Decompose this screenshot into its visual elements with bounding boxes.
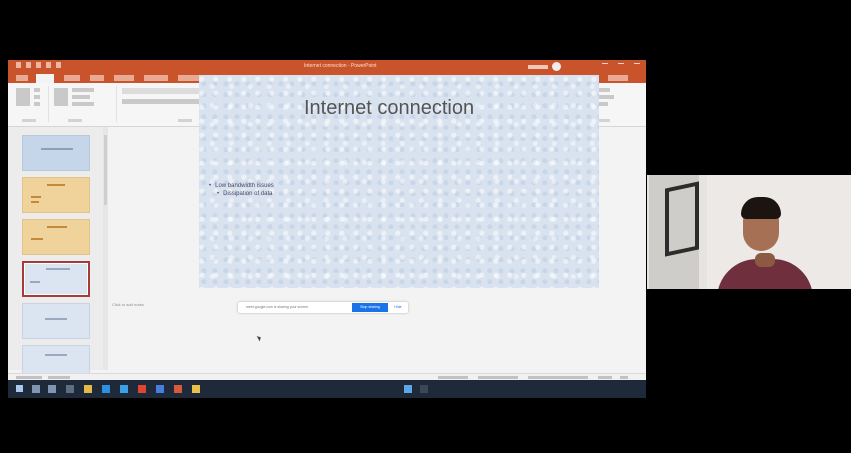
minimize-icon[interactable]: [602, 63, 608, 69]
avatar[interactable]: [552, 62, 561, 71]
person-hand: [755, 253, 775, 267]
chrome-icon[interactable]: [192, 385, 200, 393]
clipboard-group-label: [22, 119, 36, 122]
slide-thumbnail-3[interactable]: [22, 219, 90, 255]
scrollbar-thumb[interactable]: [104, 135, 107, 205]
windows-start-icon[interactable]: [16, 385, 23, 392]
window-title: Internet connection - PowerPoint: [304, 63, 377, 69]
zoom-slider[interactable]: [528, 376, 588, 379]
notes-button[interactable]: [438, 376, 468, 379]
slide-thumbnail-1[interactable]: [22, 135, 90, 171]
tray-chevron-icon[interactable]: [420, 385, 428, 393]
background-frame: [665, 181, 699, 257]
bullet-2: Dissipation of data: [209, 190, 274, 198]
new-slide-button[interactable]: [54, 88, 68, 106]
language-indicator: [48, 376, 70, 379]
powerpoint-icon[interactable]: [174, 385, 182, 393]
bullet-1: Low bandwidth issues: [209, 182, 274, 190]
share-message: meet.google.com is sharing your screen.: [246, 305, 310, 309]
font-group-label: [178, 119, 192, 122]
tab-design[interactable]: [114, 75, 134, 81]
quick-access-toolbar: [16, 62, 61, 68]
participant-video-tile[interactable]: [647, 175, 851, 289]
thumbnail-scrollbar[interactable]: [103, 127, 108, 370]
slide-canvas[interactable]: Internet connection Low bandwidth issues…: [199, 75, 599, 288]
notes-placeholder[interactable]: Click to add notes: [112, 302, 144, 307]
windows-taskbar: [8, 380, 646, 398]
title-bar: Internet connection - PowerPoint: [8, 60, 646, 73]
slide-body[interactable]: Low bandwidth issues Dissipation of data: [209, 182, 274, 198]
tab-file[interactable]: [16, 75, 28, 81]
widgets-icon[interactable]: [66, 385, 74, 393]
format-painter-icon[interactable]: [34, 102, 40, 106]
file-explorer-icon[interactable]: [84, 385, 92, 393]
fit-to-window-icon[interactable]: [620, 376, 628, 379]
share-tab-button[interactable]: [608, 75, 628, 81]
close-icon[interactable]: [634, 63, 640, 69]
maximize-icon[interactable]: [618, 63, 624, 69]
network-status-icon[interactable]: [404, 385, 412, 393]
reset-button[interactable]: [72, 95, 90, 99]
slide-title[interactable]: Internet connection: [304, 97, 599, 120]
layout-button[interactable]: [72, 88, 94, 92]
slides-group-label: [68, 119, 82, 122]
office-icon[interactable]: [138, 385, 146, 393]
account-area[interactable]: [528, 62, 561, 71]
hide-button[interactable]: Hide: [391, 303, 405, 312]
tab-draw[interactable]: [90, 75, 104, 81]
cut-icon[interactable]: [34, 88, 40, 92]
start-from-beginning-icon[interactable]: [56, 62, 61, 68]
undo-icon[interactable]: [36, 62, 41, 68]
account-name: [528, 64, 548, 69]
zoom-level[interactable]: [598, 376, 612, 379]
edge-icon[interactable]: [102, 385, 110, 393]
view-buttons[interactable]: [478, 376, 518, 379]
section-button[interactable]: [72, 102, 94, 106]
bottom-area: [8, 373, 646, 398]
slide-thumbnail-2[interactable]: [22, 177, 90, 213]
save-icon[interactable]: [26, 62, 31, 68]
slide-thumbnail-4-selected[interactable]: [22, 261, 90, 297]
task-view-icon[interactable]: [48, 385, 56, 393]
autosave-icon[interactable]: [16, 62, 21, 68]
redo-icon[interactable]: [46, 62, 51, 68]
slide-counter: [16, 376, 42, 379]
store-icon[interactable]: [120, 385, 128, 393]
slide-thumbnail-pane: [8, 127, 103, 381]
slide-thumbnail-5[interactable]: [22, 303, 90, 339]
person-hair: [741, 197, 781, 219]
search-icon[interactable]: [32, 385, 40, 393]
word-icon[interactable]: [156, 385, 164, 393]
window-controls: [602, 63, 640, 69]
paste-icon[interactable]: [16, 88, 30, 106]
tab-transitions[interactable]: [144, 75, 168, 81]
tab-insert[interactable]: [64, 75, 80, 81]
screen-share-banner: meet.google.com is sharing your screen. …: [238, 302, 408, 313]
tab-home[interactable]: [36, 74, 54, 83]
stop-sharing-button[interactable]: Stop sharing: [352, 303, 388, 312]
copy-icon[interactable]: [34, 95, 40, 99]
